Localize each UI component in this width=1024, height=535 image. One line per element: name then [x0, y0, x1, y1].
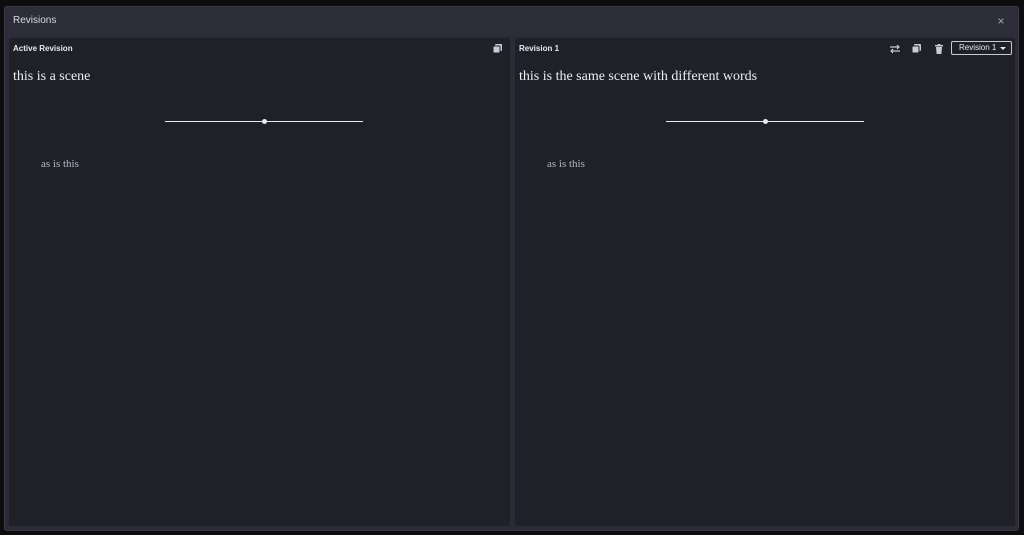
active-revision-header: Active Revision: [9, 38, 510, 60]
close-icon[interactable]: ×: [994, 14, 1008, 28]
scene-break-dot: [262, 119, 267, 124]
scene-break-divider: [666, 119, 864, 124]
revisions-dialog: Revisions × Active Revision this is a sc…: [4, 6, 1019, 531]
active-revision-panel: Active Revision this is a scene as is th…: [9, 38, 510, 526]
active-revision-label: Active Revision: [13, 44, 73, 53]
scene-break-divider: [165, 119, 363, 124]
scene-heading[interactable]: this is a scene: [13, 69, 90, 85]
swap-icon[interactable]: [889, 43, 901, 55]
scene-body-text[interactable]: as is this: [547, 158, 585, 170]
scene-heading[interactable]: this is the same scene with different wo…: [519, 69, 757, 85]
copy-icon[interactable]: [911, 43, 923, 55]
revision-1-panel: Revision 1 Revision 1 this is the same s…: [515, 38, 1015, 526]
revision-select[interactable]: Revision 1: [951, 41, 1012, 55]
trash-icon[interactable]: [933, 43, 945, 55]
revision-select-value: Revision 1: [959, 43, 997, 52]
revision-1-label: Revision 1: [519, 44, 560, 53]
dialog-titlebar: Revisions ×: [5, 7, 1018, 36]
revision-1-header: Revision 1 Revision 1: [515, 38, 1015, 60]
scene-break-dot: [763, 119, 768, 124]
copy-icon[interactable]: [492, 43, 504, 55]
dialog-title: Revisions: [13, 15, 57, 26]
chevron-down-icon: [1000, 47, 1006, 50]
scene-body-text[interactable]: as is this: [41, 158, 79, 170]
